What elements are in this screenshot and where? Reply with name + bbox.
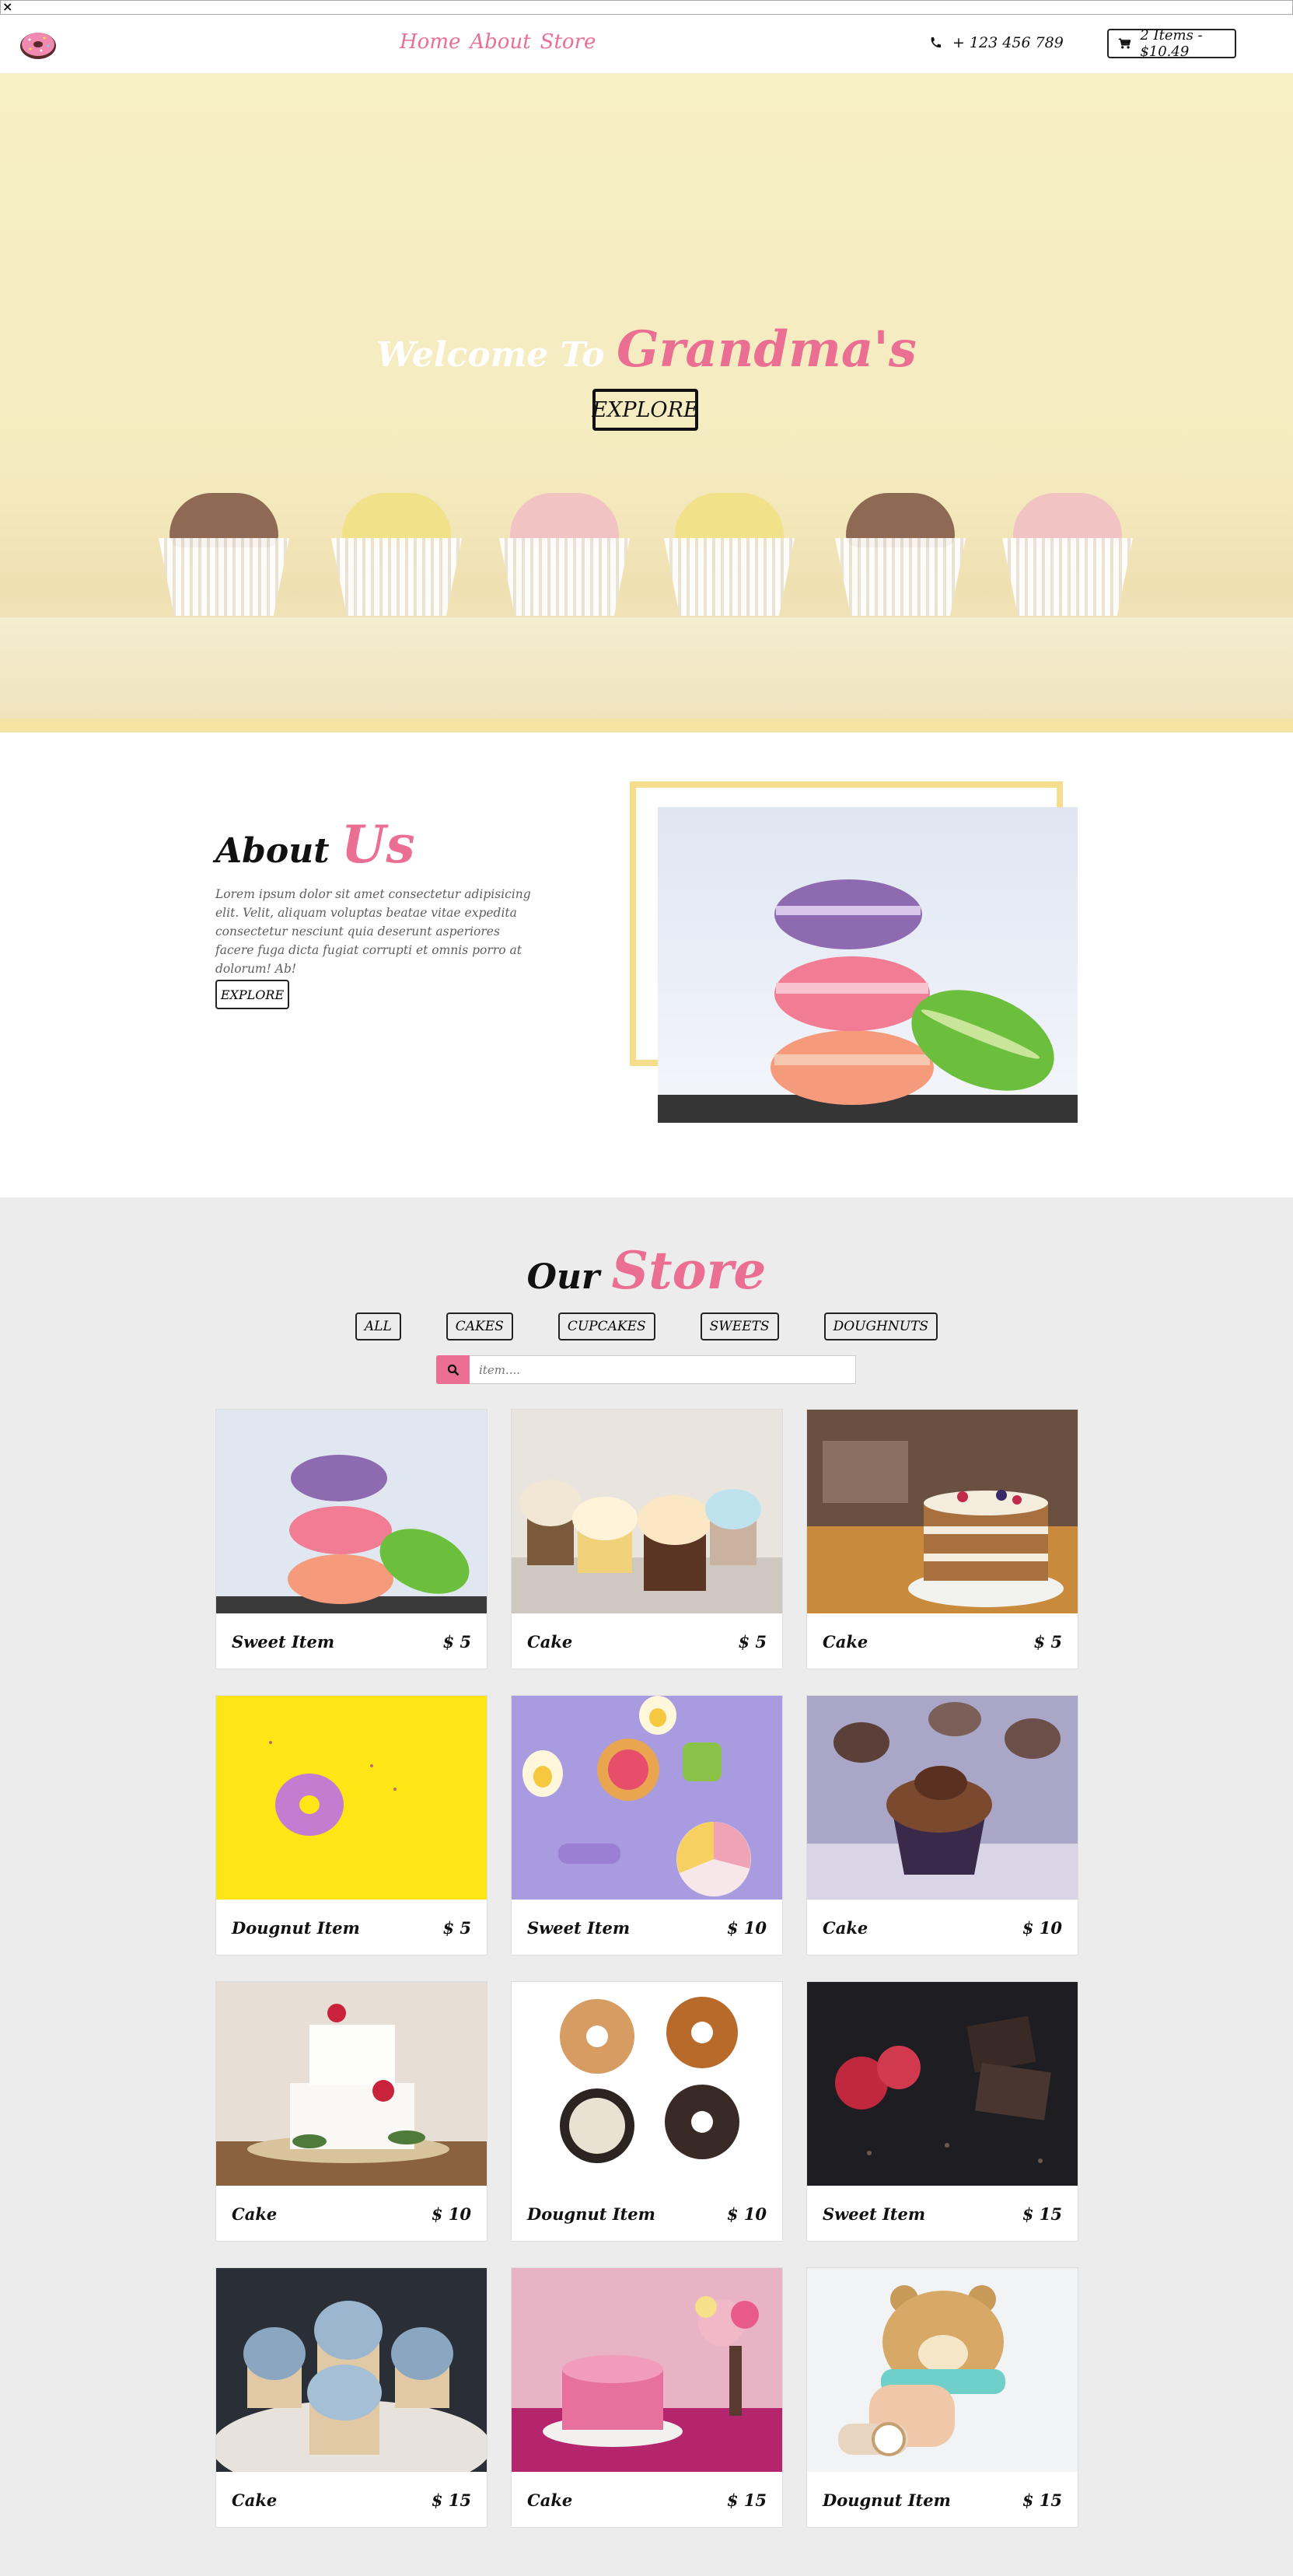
hero-brand: Grandma's xyxy=(616,320,917,379)
store-item-card[interactable]: Cake $ 5 xyxy=(806,1409,1078,1669)
item-name: Sweet Item xyxy=(823,2204,926,2224)
store-title-accent: Store xyxy=(611,1240,767,1301)
item-price: $ 15 xyxy=(726,2490,767,2510)
hero-treat-chocolate xyxy=(148,493,300,625)
hero-treat-pink xyxy=(488,493,641,625)
item-name: Cake xyxy=(232,2204,278,2224)
blue-cupcakes-image xyxy=(216,2268,487,2472)
store-title: Our Store xyxy=(0,1240,1293,1301)
close-icon[interactable]: × xyxy=(2,0,12,14)
naked-cake-image xyxy=(807,1410,1078,1613)
hero-treat-pink-2 xyxy=(991,493,1144,625)
about-section: About Us Lorem ipsum dolor sit amet cons… xyxy=(0,732,1293,1197)
search-input[interactable] xyxy=(470,1355,856,1384)
about-macarons-image xyxy=(658,807,1078,1123)
hero-treat-lemon xyxy=(320,493,473,625)
filter-cupcakes-button[interactable]: CUPCAKES xyxy=(557,1312,655,1340)
search-button[interactable] xyxy=(436,1355,470,1384)
store-item-card[interactable]: Cake $ 10 xyxy=(215,1981,487,2242)
phone-icon xyxy=(931,37,941,48)
item-price: $ 10 xyxy=(431,2204,471,2224)
cart-summary: 2 Items - $10.49 xyxy=(1140,27,1203,60)
four-doughnuts-image xyxy=(512,1982,782,2186)
hero-banner: Welcome To Grandma's EXPLORE xyxy=(0,73,1293,732)
nav-about-link[interactable]: About xyxy=(470,30,530,54)
about-title-text: About xyxy=(215,831,330,871)
item-name: Cake xyxy=(823,1631,868,1652)
item-price: $ 15 xyxy=(1022,2204,1062,2224)
store-search xyxy=(436,1355,856,1384)
item-name: Sweet Item xyxy=(527,1917,631,1938)
store-item-card[interactable]: Cake $ 15 xyxy=(215,2267,487,2528)
about-explore-button[interactable]: EXPLORE xyxy=(215,980,289,1009)
phone-number: + 123 456 789 xyxy=(952,34,1064,51)
chocolate-cupcake-image xyxy=(807,1696,1078,1900)
store-item-card[interactable]: Dougnut Item $ 15 xyxy=(806,2267,1078,2528)
item-price: $ 15 xyxy=(1022,2490,1062,2510)
about-title: About Us xyxy=(215,814,415,875)
filter-doughnuts-button[interactable]: DOUGHNUTS xyxy=(823,1312,938,1340)
store-item-card[interactable]: Dougnut Item $ 10 xyxy=(511,1981,783,2242)
store-item-card[interactable]: Sweet Item $ 5 xyxy=(215,1409,487,1669)
store-item-card[interactable]: Sweet Item $ 10 xyxy=(511,1695,783,1956)
candy-purple-image xyxy=(512,1696,782,1900)
filter-all-button[interactable]: ALL xyxy=(355,1312,401,1340)
store-item-card[interactable]: Sweet Item $ 15 xyxy=(806,1981,1078,2242)
item-name: Cake xyxy=(823,1917,868,1938)
item-name: Cake xyxy=(232,2490,278,2510)
item-price: $ 5 xyxy=(442,1917,471,1938)
window-strip: × xyxy=(0,0,1293,15)
store-section: Our Store ALL CAKES CUPCAKES SWEETS DOUG… xyxy=(0,1197,1293,2576)
store-item-grid: Sweet Item $ 5 Cake $ 5 Cake $ 5 Dougnut… xyxy=(215,1409,1078,2528)
search-icon xyxy=(447,1364,459,1375)
store-item-card[interactable]: Cake $ 10 xyxy=(806,1695,1078,1956)
item-price: $ 10 xyxy=(726,1917,767,1938)
about-title-accent: Us xyxy=(341,814,415,875)
item-price: $ 10 xyxy=(1022,1917,1062,1938)
about-description: Lorem ipsum dolor sit amet consectetur a… xyxy=(215,887,531,976)
item-name: Dougnut Item xyxy=(232,1917,360,1938)
item-price: $ 10 xyxy=(726,2204,767,2224)
item-price: $ 5 xyxy=(442,1631,471,1652)
store-item-card[interactable]: Cake $ 15 xyxy=(511,2267,783,2528)
store-item-card[interactable]: Dougnut Item $ 5 xyxy=(215,1695,487,1956)
nav-home-link[interactable]: Home xyxy=(400,30,460,54)
bear-doughnut-image xyxy=(807,2268,1078,2472)
item-price: $ 5 xyxy=(738,1631,767,1652)
item-price: $ 5 xyxy=(1033,1631,1062,1652)
store-item-card[interactable]: Cake $ 5 xyxy=(511,1409,783,1669)
nav-links: Home About Store xyxy=(400,30,596,54)
filter-sweets-button[interactable]: SWEETS xyxy=(700,1312,779,1340)
item-name: Sweet Item xyxy=(232,1631,335,1652)
chocolate-raspberry-image xyxy=(807,1982,1078,2186)
hero-welcome: Welcome To xyxy=(376,335,605,375)
cupcakes-image xyxy=(512,1410,782,1613)
store-title-text: Our xyxy=(526,1257,600,1297)
wedding-cake-image xyxy=(216,1982,487,2186)
nav-store-link[interactable]: Store xyxy=(540,30,596,54)
navbar: Home About Store + 123 456 789 2 Items -… xyxy=(0,15,1293,73)
hero-bottom-band xyxy=(0,718,1293,732)
hero-explore-button[interactable]: EXPLORE xyxy=(592,389,699,431)
item-name: Cake xyxy=(527,1631,573,1652)
filter-cakes-button[interactable]: CAKES xyxy=(446,1312,513,1340)
item-price: $ 15 xyxy=(431,2490,471,2510)
hero-treat-chocolate-2 xyxy=(824,493,977,625)
hero-title: Welcome To Grandma's xyxy=(0,320,1293,379)
item-name: Cake xyxy=(527,2490,573,2510)
item-name: Dougnut Item xyxy=(527,2204,655,2224)
doughnut-logo-icon[interactable] xyxy=(19,28,58,61)
phone-contact: + 123 456 789 xyxy=(929,34,1064,51)
cart-button[interactable]: 2 Items - $10.49 xyxy=(1107,27,1236,60)
cart-icon xyxy=(1118,38,1131,49)
item-name: Dougnut Item xyxy=(823,2490,951,2510)
hero-shelf xyxy=(0,617,1293,732)
pink-cake-image xyxy=(512,2268,782,2472)
macarons-image xyxy=(216,1410,487,1613)
hero-treat-lemon-2 xyxy=(653,493,806,625)
doughnut-yellow-image xyxy=(216,1696,487,1900)
store-filter-bar: ALL CAKES CUPCAKES SWEETS DOUGHNUTS xyxy=(0,1312,1293,1340)
